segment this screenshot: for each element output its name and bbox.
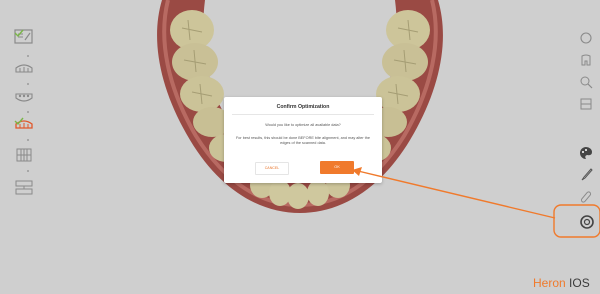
tool-tooth[interactable]: [578, 52, 596, 70]
tool-brush[interactable]: [578, 167, 596, 185]
bite-scan-icon: [15, 180, 33, 195]
cancel-button[interactable]: CANCEL: [255, 162, 289, 175]
color-palette-icon: [580, 147, 592, 159]
tool-rotate[interactable]: [578, 30, 596, 48]
tool-color[interactable]: [578, 145, 596, 163]
fit-view-icon: [580, 98, 592, 110]
step-lower-jaw[interactable]: [10, 86, 46, 110]
optimize-settings-icon: [580, 215, 594, 229]
upper-jaw-scan-icon: [15, 64, 33, 73]
step-bite[interactable]: [10, 175, 46, 199]
dialog-title: Confirm Optimization: [276, 104, 330, 110]
tool-sidebar: [574, 30, 600, 270]
lower-jaw-scan-icon: [15, 93, 33, 102]
step-lower-teeth[interactable]: [10, 144, 46, 168]
tool-zoom[interactable]: [578, 74, 596, 92]
dialog-question: Would you like to optimize all available…: [265, 123, 341, 127]
ok-button[interactable]: OK: [320, 161, 354, 174]
tool-fit-view[interactable]: [578, 96, 596, 114]
step-upper-jaw[interactable]: [10, 58, 46, 82]
tool-trim[interactable]: [578, 189, 596, 207]
step-prescription[interactable]: [10, 26, 46, 50]
completed-check-icon: [14, 117, 24, 126]
zoom-icon: [580, 76, 593, 89]
step-upper-jaw-active[interactable]: [10, 114, 46, 138]
dialog-note: For best results, this should be done BE…: [235, 136, 370, 146]
brush-icon: [581, 168, 593, 181]
rotate-icon: [580, 32, 592, 44]
lower-teeth-icon: [16, 148, 32, 162]
tool-optimize[interactable]: [578, 213, 596, 231]
tooth-icon: [581, 54, 591, 66]
scan-viewport[interactable]: Confirm Optimization Would you like to o…: [0, 0, 600, 294]
dialog-divider: [232, 114, 374, 115]
confirm-optimization-dialog: Confirm Optimization Would you like to o…: [224, 97, 382, 183]
completed-check-icon: [14, 29, 24, 38]
trim-icon: [580, 191, 592, 203]
brand-logo: Heron IOS: [533, 276, 590, 290]
